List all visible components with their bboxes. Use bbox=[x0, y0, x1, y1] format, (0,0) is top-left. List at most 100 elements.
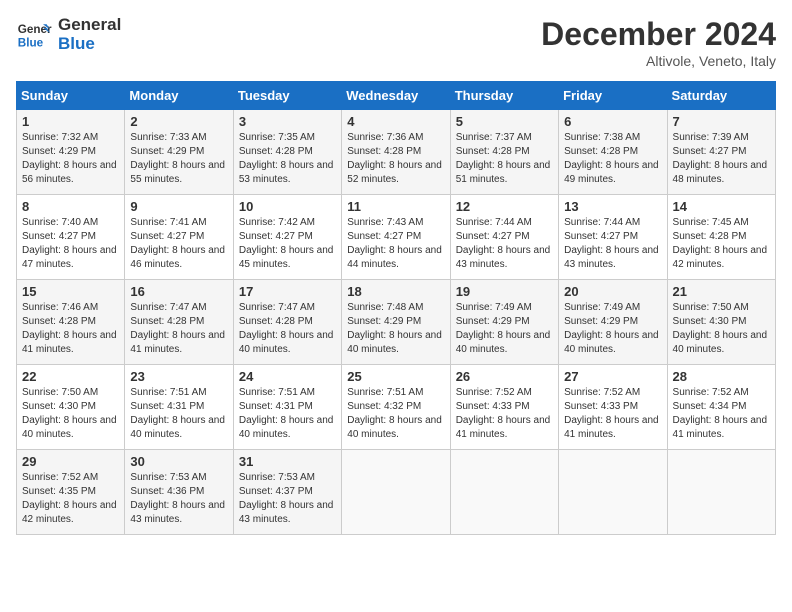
svg-text:Blue: Blue bbox=[18, 36, 44, 49]
day-info: Sunrise: 7:41 AMSunset: 4:27 PMDaylight:… bbox=[130, 217, 225, 270]
day-number: 21 bbox=[673, 284, 770, 299]
day-number: 1 bbox=[22, 114, 119, 129]
day-number: 28 bbox=[673, 369, 770, 384]
day-info: Sunrise: 7:35 AMSunset: 4:28 PMDaylight:… bbox=[239, 132, 334, 185]
day-number: 6 bbox=[564, 114, 661, 129]
day-number: 15 bbox=[22, 284, 119, 299]
day-number: 14 bbox=[673, 199, 770, 214]
calendar-cell: 14 Sunrise: 7:45 AMSunset: 4:28 PMDaylig… bbox=[667, 195, 775, 280]
day-number: 24 bbox=[239, 369, 336, 384]
weekday-header-monday: Monday bbox=[125, 82, 233, 110]
day-info: Sunrise: 7:44 AMSunset: 4:27 PMDaylight:… bbox=[456, 217, 551, 270]
calendar-cell: 20 Sunrise: 7:49 AMSunset: 4:29 PMDaylig… bbox=[559, 280, 667, 365]
day-number: 19 bbox=[456, 284, 553, 299]
logo-text-blue: Blue bbox=[58, 35, 121, 54]
calendar-cell: 4 Sunrise: 7:36 AMSunset: 4:28 PMDayligh… bbox=[342, 110, 450, 195]
day-number: 17 bbox=[239, 284, 336, 299]
day-info: Sunrise: 7:47 AMSunset: 4:28 PMDaylight:… bbox=[130, 302, 225, 355]
day-info: Sunrise: 7:52 AMSunset: 4:35 PMDaylight:… bbox=[22, 472, 117, 525]
day-number: 27 bbox=[564, 369, 661, 384]
calendar-week-4: 22 Sunrise: 7:50 AMSunset: 4:30 PMDaylig… bbox=[17, 365, 776, 450]
day-info: Sunrise: 7:43 AMSunset: 4:27 PMDaylight:… bbox=[347, 217, 442, 270]
day-number: 23 bbox=[130, 369, 227, 384]
calendar-cell: 9 Sunrise: 7:41 AMSunset: 4:27 PMDayligh… bbox=[125, 195, 233, 280]
calendar-cell: 21 Sunrise: 7:50 AMSunset: 4:30 PMDaylig… bbox=[667, 280, 775, 365]
calendar-cell bbox=[559, 450, 667, 535]
day-number: 12 bbox=[456, 199, 553, 214]
day-info: Sunrise: 7:40 AMSunset: 4:27 PMDaylight:… bbox=[22, 217, 117, 270]
day-info: Sunrise: 7:33 AMSunset: 4:29 PMDaylight:… bbox=[130, 132, 225, 185]
day-number: 26 bbox=[456, 369, 553, 384]
day-number: 20 bbox=[564, 284, 661, 299]
calendar-cell: 27 Sunrise: 7:52 AMSunset: 4:33 PMDaylig… bbox=[559, 365, 667, 450]
calendar-cell: 11 Sunrise: 7:43 AMSunset: 4:27 PMDaylig… bbox=[342, 195, 450, 280]
calendar-week-5: 29 Sunrise: 7:52 AMSunset: 4:35 PMDaylig… bbox=[17, 450, 776, 535]
day-number: 8 bbox=[22, 199, 119, 214]
calendar-cell: 23 Sunrise: 7:51 AMSunset: 4:31 PMDaylig… bbox=[125, 365, 233, 450]
day-info: Sunrise: 7:52 AMSunset: 4:33 PMDaylight:… bbox=[564, 387, 659, 440]
day-number: 11 bbox=[347, 199, 444, 214]
day-info: Sunrise: 7:37 AMSunset: 4:28 PMDaylight:… bbox=[456, 132, 551, 185]
calendar-cell: 13 Sunrise: 7:44 AMSunset: 4:27 PMDaylig… bbox=[559, 195, 667, 280]
day-number: 5 bbox=[456, 114, 553, 129]
day-number: 13 bbox=[564, 199, 661, 214]
calendar-cell: 28 Sunrise: 7:52 AMSunset: 4:34 PMDaylig… bbox=[667, 365, 775, 450]
day-info: Sunrise: 7:38 AMSunset: 4:28 PMDaylight:… bbox=[564, 132, 659, 185]
weekday-header-sunday: Sunday bbox=[17, 82, 125, 110]
weekday-header-wednesday: Wednesday bbox=[342, 82, 450, 110]
day-number: 25 bbox=[347, 369, 444, 384]
calendar-week-3: 15 Sunrise: 7:46 AMSunset: 4:28 PMDaylig… bbox=[17, 280, 776, 365]
calendar-cell: 3 Sunrise: 7:35 AMSunset: 4:28 PMDayligh… bbox=[233, 110, 341, 195]
weekday-header-friday: Friday bbox=[559, 82, 667, 110]
month-title: December 2024 bbox=[541, 16, 776, 53]
calendar-cell: 31 Sunrise: 7:53 AMSunset: 4:37 PMDaylig… bbox=[233, 450, 341, 535]
calendar-week-1: 1 Sunrise: 7:32 AMSunset: 4:29 PMDayligh… bbox=[17, 110, 776, 195]
calendar-cell: 25 Sunrise: 7:51 AMSunset: 4:32 PMDaylig… bbox=[342, 365, 450, 450]
day-number: 2 bbox=[130, 114, 227, 129]
calendar-cell: 18 Sunrise: 7:48 AMSunset: 4:29 PMDaylig… bbox=[342, 280, 450, 365]
calendar-cell: 8 Sunrise: 7:40 AMSunset: 4:27 PMDayligh… bbox=[17, 195, 125, 280]
day-number: 4 bbox=[347, 114, 444, 129]
calendar-cell: 12 Sunrise: 7:44 AMSunset: 4:27 PMDaylig… bbox=[450, 195, 558, 280]
day-number: 29 bbox=[22, 454, 119, 469]
day-info: Sunrise: 7:51 AMSunset: 4:32 PMDaylight:… bbox=[347, 387, 442, 440]
day-info: Sunrise: 7:53 AMSunset: 4:36 PMDaylight:… bbox=[130, 472, 225, 525]
calendar-cell: 16 Sunrise: 7:47 AMSunset: 4:28 PMDaylig… bbox=[125, 280, 233, 365]
calendar-cell bbox=[450, 450, 558, 535]
calendar-cell: 10 Sunrise: 7:42 AMSunset: 4:27 PMDaylig… bbox=[233, 195, 341, 280]
calendar-cell: 5 Sunrise: 7:37 AMSunset: 4:28 PMDayligh… bbox=[450, 110, 558, 195]
day-info: Sunrise: 7:48 AMSunset: 4:29 PMDaylight:… bbox=[347, 302, 442, 355]
day-number: 9 bbox=[130, 199, 227, 214]
calendar-cell: 7 Sunrise: 7:39 AMSunset: 4:27 PMDayligh… bbox=[667, 110, 775, 195]
day-info: Sunrise: 7:50 AMSunset: 4:30 PMDaylight:… bbox=[22, 387, 117, 440]
calendar-cell: 29 Sunrise: 7:52 AMSunset: 4:35 PMDaylig… bbox=[17, 450, 125, 535]
calendar-cell: 22 Sunrise: 7:50 AMSunset: 4:30 PMDaylig… bbox=[17, 365, 125, 450]
day-number: 10 bbox=[239, 199, 336, 214]
weekday-header-thursday: Thursday bbox=[450, 82, 558, 110]
calendar-cell: 2 Sunrise: 7:33 AMSunset: 4:29 PMDayligh… bbox=[125, 110, 233, 195]
page-header: General Blue General Blue December 2024 … bbox=[16, 16, 776, 69]
day-number: 31 bbox=[239, 454, 336, 469]
day-info: Sunrise: 7:52 AMSunset: 4:33 PMDaylight:… bbox=[456, 387, 551, 440]
location-subtitle: Altivole, Veneto, Italy bbox=[541, 53, 776, 69]
calendar-cell: 26 Sunrise: 7:52 AMSunset: 4:33 PMDaylig… bbox=[450, 365, 558, 450]
day-info: Sunrise: 7:45 AMSunset: 4:28 PMDaylight:… bbox=[673, 217, 768, 270]
day-number: 18 bbox=[347, 284, 444, 299]
calendar-cell: 24 Sunrise: 7:51 AMSunset: 4:31 PMDaylig… bbox=[233, 365, 341, 450]
weekday-header-row: SundayMondayTuesdayWednesdayThursdayFrid… bbox=[17, 82, 776, 110]
day-info: Sunrise: 7:49 AMSunset: 4:29 PMDaylight:… bbox=[456, 302, 551, 355]
logo-text-general: General bbox=[58, 16, 121, 35]
calendar-cell: 17 Sunrise: 7:47 AMSunset: 4:28 PMDaylig… bbox=[233, 280, 341, 365]
logo: General Blue General Blue bbox=[16, 16, 121, 53]
day-info: Sunrise: 7:47 AMSunset: 4:28 PMDaylight:… bbox=[239, 302, 334, 355]
calendar-table: SundayMondayTuesdayWednesdayThursdayFrid… bbox=[16, 81, 776, 535]
calendar-cell: 15 Sunrise: 7:46 AMSunset: 4:28 PMDaylig… bbox=[17, 280, 125, 365]
day-number: 7 bbox=[673, 114, 770, 129]
calendar-cell bbox=[667, 450, 775, 535]
calendar-week-2: 8 Sunrise: 7:40 AMSunset: 4:27 PMDayligh… bbox=[17, 195, 776, 280]
day-number: 30 bbox=[130, 454, 227, 469]
day-info: Sunrise: 7:32 AMSunset: 4:29 PMDaylight:… bbox=[22, 132, 117, 185]
day-info: Sunrise: 7:36 AMSunset: 4:28 PMDaylight:… bbox=[347, 132, 442, 185]
title-block: December 2024 Altivole, Veneto, Italy bbox=[541, 16, 776, 69]
day-info: Sunrise: 7:49 AMSunset: 4:29 PMDaylight:… bbox=[564, 302, 659, 355]
